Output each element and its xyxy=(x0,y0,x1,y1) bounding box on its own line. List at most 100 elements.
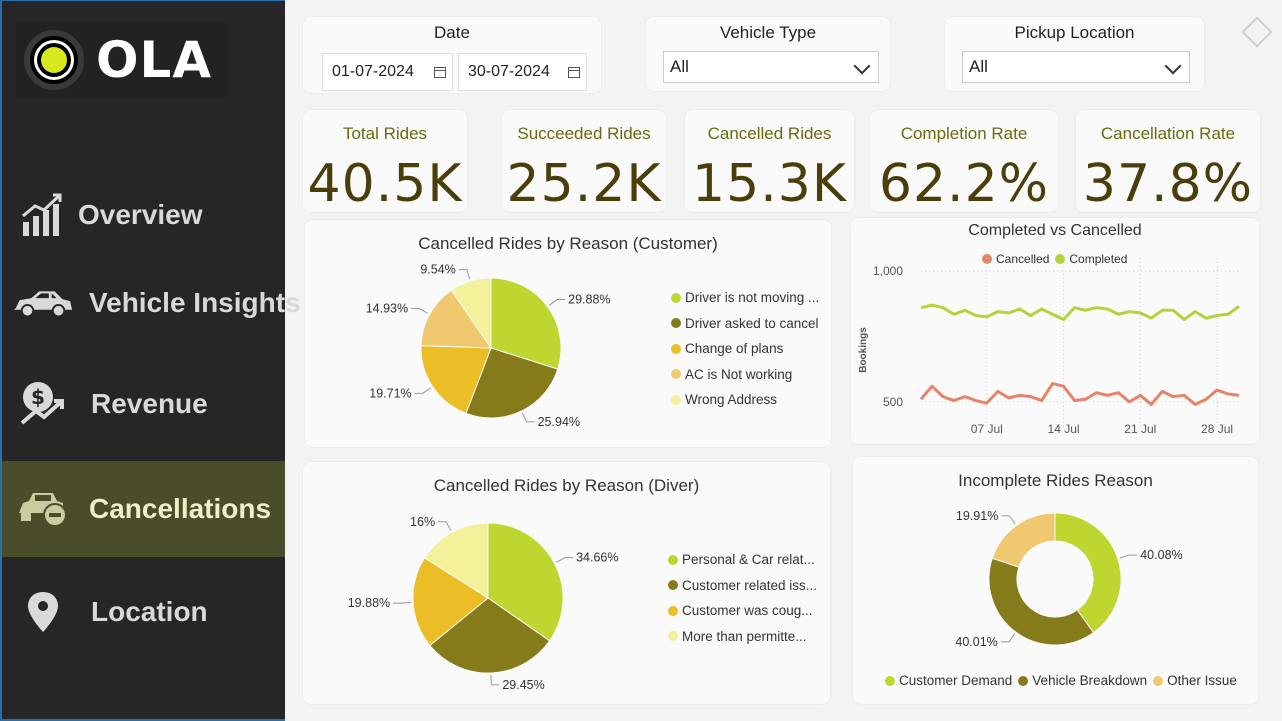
legend-dot xyxy=(1153,675,1164,686)
pie-data-label: 19.88% xyxy=(348,596,390,610)
legend-item[interactable]: AC is Not working xyxy=(671,362,819,388)
x-tick-label: 14 Jul xyxy=(1048,422,1080,436)
legend-dot xyxy=(1018,675,1029,686)
pickup-location-select[interactable]: All xyxy=(962,51,1190,83)
legend-label[interactable]: Customer Demand xyxy=(899,673,1012,688)
location-pin-icon xyxy=(12,587,74,637)
leader-line xyxy=(411,308,429,314)
ola-logo-mark xyxy=(24,30,84,90)
legend-item[interactable]: Change of plans xyxy=(671,336,819,362)
leader-line xyxy=(521,412,535,423)
end-date-input[interactable]: 30-07-2024 xyxy=(458,53,587,91)
x-tick-label: 07 Jul xyxy=(971,422,1003,436)
pie-data-label: 25.94% xyxy=(538,415,580,429)
leader-line xyxy=(490,674,500,686)
legend-dot xyxy=(668,605,678,616)
sidebar-item-vehicle-insights[interactable]: Vehicle Insights xyxy=(2,255,301,351)
sidebar-item-label: Location xyxy=(91,596,208,627)
sidebar-item-label: Overview xyxy=(78,199,203,230)
calendar-icon[interactable] xyxy=(434,67,446,78)
kpi-title: Total Rides xyxy=(342,124,428,143)
legend-label: More than permitte... xyxy=(682,628,807,644)
pickup-location-filter: Pickup Location All xyxy=(945,17,1204,91)
pickup-location-value: All xyxy=(969,57,988,76)
y-axis-label: Bookings xyxy=(858,327,869,373)
eraser-icon[interactable] xyxy=(1241,16,1273,48)
pie-slice[interactable] xyxy=(988,557,1095,646)
x-tick-label: 21 Jul xyxy=(1124,422,1156,436)
vehicle-type-value: All xyxy=(670,57,689,76)
chevron-down-icon xyxy=(1164,57,1182,75)
legend-label[interactable]: Vehicle Breakdown xyxy=(1032,673,1147,688)
legend-dot xyxy=(885,675,895,686)
legend-label: Personal & Car relat... xyxy=(682,552,815,568)
legend-label: Driver is not moving ... xyxy=(685,290,820,306)
pie-slice[interactable] xyxy=(1054,512,1122,634)
legend-item[interactable]: Driver asked to cancel xyxy=(671,311,819,337)
calendar-icon[interactable] xyxy=(568,67,580,78)
legend-dot xyxy=(671,394,681,405)
legend-dot xyxy=(668,631,678,642)
pie-data-label: 19.71% xyxy=(369,386,411,400)
date-filter: Date 01-07-2024 30-07-2024 xyxy=(303,17,601,93)
series-line-cancelled[interactable] xyxy=(919,382,1240,406)
vehicle-type-filter: Vehicle Type All xyxy=(646,17,890,91)
pie-data-label: 40.01% xyxy=(955,635,997,649)
completed-vs-cancelled-chart: 1,000 500 07 Jul 14 Jul 21 Jul 28 Jul Bookings xyxy=(858,258,1240,436)
sidebar-item-overview[interactable]: Overview xyxy=(2,167,285,263)
pie-data-label: 19.91% xyxy=(956,509,998,523)
pie-data-label: 16% xyxy=(410,515,435,529)
start-date-input[interactable]: 01-07-2024 xyxy=(322,53,453,91)
vehicle-type-select[interactable]: All xyxy=(663,51,879,83)
sidebar-item-label: Cancellations xyxy=(89,493,272,524)
donut-legend: Customer Demand Vehicle Breakdown Other Is… xyxy=(885,673,1237,688)
legend-label: Change of plans xyxy=(685,341,784,357)
customer-cancellation-pie-card: Cancelled Rides by Reason (Customer) 29.… xyxy=(305,220,831,447)
date-filter-title: Date xyxy=(434,23,470,42)
pie-data-label: 40.08% xyxy=(1140,548,1182,562)
customer-pie-legend: Driver is not moving ... Driver asked to … xyxy=(671,285,819,413)
leader-line xyxy=(1001,515,1016,525)
car-icon xyxy=(12,278,74,328)
vehicle-type-title: Vehicle Type xyxy=(719,23,817,42)
legend-item[interactable]: Customer was coug... xyxy=(668,598,817,624)
legend-item[interactable]: Driver is not moving ... xyxy=(671,285,819,311)
end-date-value: 30-07-2024 xyxy=(468,63,550,80)
legend-item[interactable]: More than permitte... xyxy=(668,624,817,650)
leader-line xyxy=(414,387,432,394)
series-line-completed[interactable] xyxy=(920,303,1240,321)
kpi-title: Succeeded Rides xyxy=(517,124,651,143)
leader-line xyxy=(458,269,471,280)
incomplete-rides-donut-card: Incomplete Rides Reason 40.08% 40.01% 19.9… xyxy=(853,457,1258,704)
sidebar-item-label: Vehicle Insights xyxy=(89,287,301,318)
kpi-cancellation-rate: Cancellation Rate 37.8% xyxy=(1076,110,1260,214)
leader-line xyxy=(556,557,574,563)
sidebar-item-revenue[interactable]: $ Revenue xyxy=(2,356,285,452)
legend-label: Driver asked to cancel xyxy=(685,315,819,331)
kpi-value: 15.3K xyxy=(692,154,847,214)
leader-line xyxy=(1000,633,1016,643)
sidebar-item-label: Revenue xyxy=(91,388,208,419)
leader-line xyxy=(438,521,452,531)
legend-dot xyxy=(671,318,681,329)
legend-dot xyxy=(671,292,681,303)
pie-slice[interactable] xyxy=(991,512,1056,568)
legend-item[interactable]: Customer related iss... xyxy=(668,573,817,599)
kpi-title: Cancellation Rate xyxy=(1100,124,1236,143)
sidebar-item-cancellations[interactable]: Cancellations xyxy=(2,461,285,557)
sidebar-item-location[interactable]: Location xyxy=(2,564,285,660)
x-tick-label: 28 Jul xyxy=(1201,422,1233,436)
incomplete-rides-donut: 40.08% 40.01% 19.91% xyxy=(955,509,1182,649)
leader-line xyxy=(393,602,412,604)
legend-dot xyxy=(668,580,678,591)
y-tick-label: 500 xyxy=(883,395,903,409)
legend-item[interactable]: Personal & Car relat... xyxy=(668,547,817,573)
driver-pie-legend: Personal & Car relat... Customer related … xyxy=(668,547,817,649)
legend-label[interactable]: Other Issue xyxy=(1167,673,1237,688)
pie-data-label: 34.66% xyxy=(576,551,618,565)
kpi-value: 40.5K xyxy=(307,154,463,214)
legend-item[interactable]: Wrong Address xyxy=(671,387,819,413)
y-tick-label: 1,000 xyxy=(873,264,903,278)
brand-name: OLA xyxy=(96,31,213,89)
legend-label: Customer related iss... xyxy=(682,577,818,593)
